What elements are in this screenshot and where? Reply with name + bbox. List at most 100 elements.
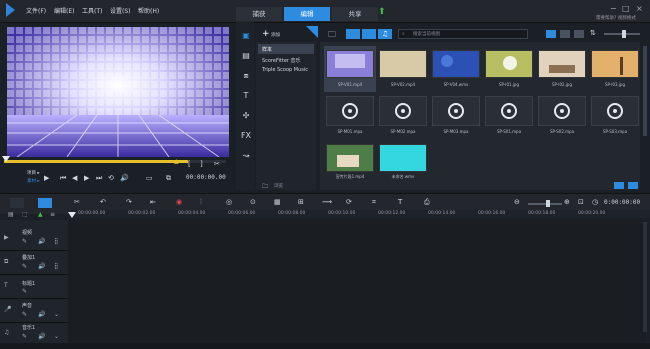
library-thumb-photo[interactable] — [485, 50, 533, 78]
video-filter-button[interactable] — [346, 29, 360, 39]
maximize-icon[interactable]: □ — [622, 4, 630, 13]
title-icon[interactable]: T — [240, 90, 252, 102]
preview-timecode[interactable]: 00:00:00.00 — [186, 174, 226, 181]
add-marker-icon[interactable]: ▲ — [38, 211, 43, 218]
fit-icon[interactable]: ⇤ — [150, 198, 156, 206]
timeline-tracks[interactable] — [68, 220, 646, 345]
play-button[interactable]: ▶ — [44, 174, 49, 182]
library-thumb-video[interactable] — [432, 50, 480, 78]
preview-window[interactable] — [7, 27, 229, 157]
media-icon[interactable]: ▣ — [240, 30, 252, 42]
thumb-size-handle[interactable] — [622, 30, 626, 38]
options-icon[interactable] — [614, 182, 624, 189]
toolbox-icon[interactable]: ✂ — [74, 198, 80, 206]
subtitle-icon[interactable]: ⊙ — [250, 198, 256, 206]
close-icon[interactable]: × — [636, 4, 643, 13]
home-button[interactable]: ⏮ — [60, 174, 66, 183]
track-mute-icon[interactable]: 🔊 — [38, 333, 45, 340]
track-edit-icon[interactable]: ✎ — [22, 288, 27, 295]
audio-filter-button[interactable]: ♫ — [378, 29, 392, 39]
trim-marker-icon[interactable]: ▲ — [174, 158, 179, 165]
library-thumb-photo[interactable] — [591, 50, 639, 78]
redo-icon[interactable]: ↷ — [126, 198, 132, 206]
track-manager-icon[interactable]: ▤ — [8, 211, 14, 218]
menu-help[interactable]: 帮助(H) — [138, 6, 159, 15]
hd-preview-button[interactable]: ▭ — [146, 174, 153, 182]
next-frame-button[interactable]: ▶ — [84, 174, 89, 182]
library-thumb-video[interactable] — [326, 50, 374, 78]
stabilize-icon[interactable]: ⟳ — [346, 198, 352, 206]
mark-out-button[interactable]: ] — [200, 160, 203, 168]
title-tool-icon[interactable]: T — [398, 198, 402, 206]
end-button[interactable]: ⏭ — [96, 174, 102, 183]
marker-list-icon[interactable]: ≡ — [50, 211, 55, 218]
instant-project-icon[interactable]: ▤ — [240, 50, 252, 62]
timeline-view-button[interactable] — [38, 198, 52, 208]
list-view-button[interactable] — [546, 30, 556, 38]
details-view-button[interactable] — [560, 30, 570, 38]
volume-icon[interactable]: 🔊 — [120, 174, 129, 182]
track-options-icon[interactable]: ⣿ — [54, 263, 58, 270]
library-thumb-photo[interactable] — [538, 50, 586, 78]
library-scrollbar[interactable] — [643, 46, 647, 136]
folder-icon[interactable]: 🗀 — [328, 29, 336, 43]
split-clip-icon[interactable]: ✂ — [214, 160, 220, 168]
transition-icon[interactable]: ⧈ — [240, 70, 252, 82]
sound-mixer-icon[interactable]: ⫶ — [200, 198, 202, 207]
zoom-slider[interactable] — [528, 203, 562, 205]
tab-edit[interactable]: 编辑 — [284, 7, 330, 21]
filter-icon[interactable]: FX — [240, 130, 252, 142]
zoom-handle[interactable] — [546, 200, 550, 207]
scrubber-handle-icon[interactable] — [2, 156, 10, 162]
record-icon[interactable]: ◉ — [176, 198, 182, 206]
previous-frame-button[interactable]: ◀ — [72, 174, 77, 182]
time-remap-icon[interactable]: ⟿ — [322, 198, 332, 206]
fit-project-icon[interactable]: ⊡ — [578, 198, 584, 206]
chapter-point-icon[interactable]: ⬚ — [22, 211, 28, 218]
library-thumb-audio[interactable] — [538, 96, 586, 126]
snapshot-icon[interactable]: ⧉ — [166, 174, 171, 183]
track-mute-icon[interactable]: 🔊 — [38, 311, 45, 318]
category-item[interactable]: ScoreFitter 音乐 — [262, 57, 301, 64]
track-options-icon[interactable]: ⌄ — [54, 333, 59, 340]
timeline-scrollbar[interactable] — [643, 222, 647, 332]
category-item[interactable]: 样本 — [262, 46, 272, 53]
track-edit-icon[interactable]: ✎ — [22, 263, 27, 270]
library-thumb-audio[interactable] — [379, 96, 427, 126]
crop-icon[interactable]: ⌗ — [372, 198, 376, 207]
library-thumb-audio[interactable] — [485, 96, 533, 126]
path-icon[interactable]: ↝ — [240, 150, 252, 162]
multicam-icon[interactable]: ▦ — [274, 198, 281, 206]
library-thumb-video[interactable] — [379, 144, 427, 172]
clip-mode-label[interactable]: 素材 ▸ — [27, 178, 40, 184]
graphic-icon[interactable]: ✣ — [240, 110, 252, 122]
menu-settings[interactable]: 设置(S) — [110, 6, 131, 15]
thumb-view-button[interactable] — [574, 30, 584, 38]
track-options-icon[interactable]: ⣿ — [54, 238, 58, 245]
add-icon[interactable]: + — [262, 29, 270, 39]
tab-capture[interactable]: 捕获 — [236, 7, 282, 21]
track-options-icon[interactable]: ⌄ — [54, 311, 59, 318]
zoom-in-icon[interactable]: ⊕ — [564, 198, 570, 206]
track-edit-icon[interactable]: ✎ — [22, 238, 27, 245]
add-label[interactable]: 添加 — [271, 32, 280, 38]
clock-icon[interactable]: ◷ — [592, 198, 598, 206]
browse-icon[interactable]: 🗀 — [262, 182, 268, 192]
project-mode-label[interactable]: 项目 ▸ — [27, 170, 40, 176]
library-thumb-audio[interactable] — [591, 96, 639, 126]
menu-edit[interactable]: 编辑(E) — [54, 6, 74, 15]
split-screen-icon[interactable]: ⊞ — [298, 198, 304, 206]
storyboard-view-button[interactable] — [10, 198, 24, 208]
upload-arrow-icon[interactable]: ⬆ — [378, 7, 386, 17]
library-thumb-audio[interactable] — [326, 96, 374, 126]
mark-in-button[interactable]: [ — [188, 160, 191, 168]
panel-toggle-icon[interactable] — [628, 182, 638, 189]
category-item[interactable]: Triple Scoop Music — [262, 67, 308, 73]
photo-filter-button[interactable] — [362, 29, 376, 39]
undo-icon[interactable]: ↶ — [100, 198, 106, 206]
sort-icon[interactable]: ⇅ — [590, 29, 596, 37]
track-mute-icon[interactable]: 🔊 — [38, 238, 45, 245]
library-thumb-audio[interactable] — [432, 96, 480, 126]
timeline-timecode[interactable]: 0:00:00:00 — [604, 199, 640, 206]
library-thumb-video[interactable] — [326, 144, 374, 172]
